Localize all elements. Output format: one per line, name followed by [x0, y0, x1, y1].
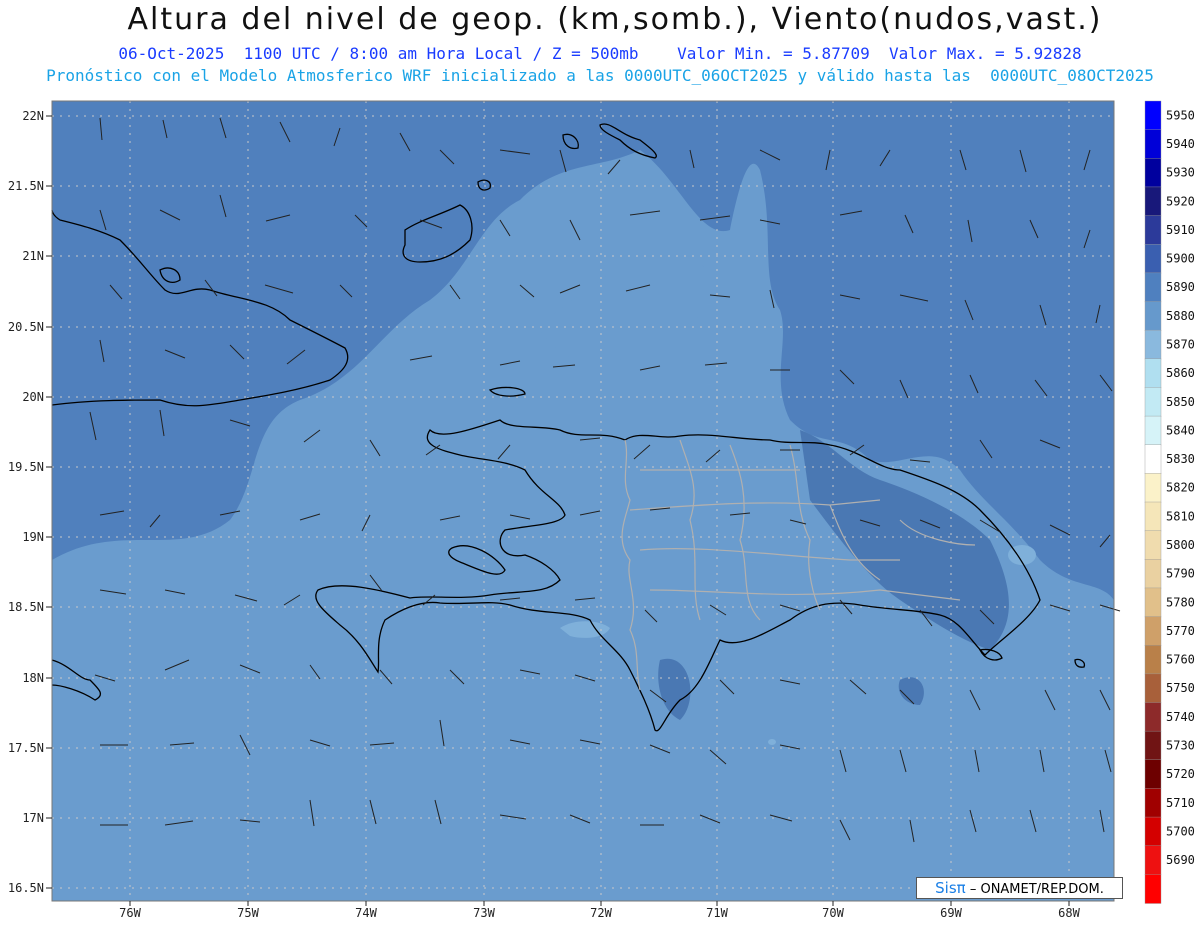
lon-label: 74W [355, 906, 377, 920]
model-info-subtitle: Pronóstico con el Modelo Atmosferico WRF… [46, 66, 1154, 85]
longitude-labels: 76W 75W 74W 73W 72W 71W 70W 69W 68W [119, 906, 1080, 920]
colorbar-swatch [1144, 358, 1162, 389]
lat-ticks [46, 115, 52, 889]
lon-label: 76W [119, 906, 141, 920]
colorbar-labels: 5950 5940 5930 5920 5910 5900 5890 5880 5870 5860… [1166, 108, 1195, 867]
geopotential-wind-map: 22N 21.5N 21N 20.5N 20N 19.5N 19N 18.5N … [8, 100, 1121, 920]
colorbar-level-label: 5880 [1166, 309, 1195, 323]
forecast-time-subtitle: 06-Oct-2025 1100 UTC / 8:00 am Hora Loca… [118, 44, 1082, 63]
colorbar-level-label: 5750 [1166, 681, 1195, 695]
colorbar-level-label: 5910 [1166, 223, 1195, 237]
lat-label: 21.5N [8, 179, 44, 193]
colorbar-level-label: 5820 [1166, 481, 1195, 495]
colorbar-swatch [1144, 587, 1162, 618]
lon-label: 75W [237, 906, 259, 920]
colorbar-swatch [1144, 415, 1162, 446]
lat-label: 20N [22, 390, 44, 404]
lat-label: 18N [22, 671, 44, 685]
colorbar-level-label: 5850 [1166, 395, 1195, 409]
colorbar-level-label: 5720 [1166, 767, 1195, 781]
colorbar-swatch [1144, 186, 1162, 217]
colorbar-swatch [1144, 387, 1162, 417]
colorbar-swatch [1144, 759, 1162, 790]
colorbar-level-label: 5830 [1166, 452, 1195, 466]
colorbar-swatch [1144, 702, 1162, 732]
colorbar-swatch [1144, 845, 1162, 876]
colorbar-swatch [1144, 473, 1162, 503]
colorbar-swatch [1144, 129, 1162, 159]
colorbar-level-label: 5950 [1166, 108, 1195, 122]
colorbar-swatch [1144, 244, 1162, 274]
colorbar-swatch [1144, 788, 1162, 818]
colorbar-swatches [1144, 100, 1162, 904]
colorbar-level-label: 5780 [1166, 595, 1195, 609]
colorbar-swatch [1144, 100, 1162, 131]
colorbar-swatch [1144, 559, 1162, 589]
colorbar-level-label: 5890 [1166, 280, 1195, 294]
colorbar-level-label: 5840 [1166, 423, 1195, 437]
colorbar-level-label: 5740 [1166, 710, 1195, 724]
colorbar-swatch [1144, 730, 1162, 761]
colorbar-swatch [1144, 272, 1162, 303]
credit-box: Sisπ – ONAMET/REP.DOM. [916, 877, 1123, 899]
colorbar-legend: 5950 5940 5930 5920 5910 5900 5890 5880 5870 5860… [1144, 100, 1195, 904]
lon-label: 70W [822, 906, 844, 920]
lon-label: 69W [940, 906, 962, 920]
map-title: Altura del nivel de geop. (km,somb.), Vi… [127, 2, 1103, 37]
colorbar-swatch [1144, 329, 1162, 360]
lat-label: 20.5N [8, 320, 44, 334]
lat-label: 21N [22, 249, 44, 263]
colorbar-swatch [1144, 816, 1162, 847]
colorbar-level-label: 5770 [1166, 624, 1195, 638]
colorbar-swatch [1144, 301, 1162, 331]
colorbar-swatch [1144, 158, 1162, 188]
colorbar-level-label: 5900 [1166, 252, 1195, 266]
colorbar-swatch [1144, 874, 1162, 904]
colorbar-level-label: 5800 [1166, 538, 1195, 552]
credit-text: – ONAMET/REP.DOM. [969, 882, 1104, 897]
colorbar-swatch [1144, 501, 1162, 532]
lat-label: 16.5N [8, 881, 44, 895]
colorbar-swatch [1144, 530, 1162, 560]
colorbar-level-label: 5920 [1166, 194, 1195, 208]
lat-label: 19N [22, 530, 44, 544]
lat-label: 22N [22, 109, 44, 123]
lon-label: 71W [706, 906, 728, 920]
colorbar-swatch [1144, 444, 1162, 475]
sispi-brand: Sisπ [935, 879, 966, 897]
colorbar-level-label: 5700 [1166, 824, 1195, 838]
colorbar-level-label: 5790 [1166, 567, 1195, 581]
colorbar-swatch [1144, 616, 1162, 646]
lat-label: 18.5N [8, 600, 44, 614]
lat-label: 17N [22, 811, 44, 825]
lon-label: 73W [473, 906, 495, 920]
colorbar-swatch [1144, 215, 1162, 245]
colorbar-level-label: 5710 [1166, 796, 1195, 810]
colorbar-level-label: 5940 [1166, 137, 1195, 151]
colorbar-level-label: 5930 [1166, 166, 1195, 180]
colorbar-level-label: 5860 [1166, 366, 1195, 380]
colorbar-level-label: 5870 [1166, 337, 1195, 351]
colorbar-level-label: 5760 [1166, 653, 1195, 667]
colorbar-level-label: 5730 [1166, 738, 1195, 752]
colorbar-swatch [1144, 673, 1162, 704]
lat-label: 17.5N [8, 741, 44, 755]
colorbar-level-label: 5810 [1166, 509, 1195, 523]
lon-label: 68W [1058, 906, 1080, 920]
latitude-labels: 22N 21.5N 21N 20.5N 20N 19.5N 19N 18.5N … [8, 109, 44, 895]
lat-label: 19.5N [8, 460, 44, 474]
lon-label: 72W [590, 906, 612, 920]
colorbar-level-label: 5690 [1166, 853, 1195, 867]
colorbar-swatch [1144, 645, 1162, 675]
